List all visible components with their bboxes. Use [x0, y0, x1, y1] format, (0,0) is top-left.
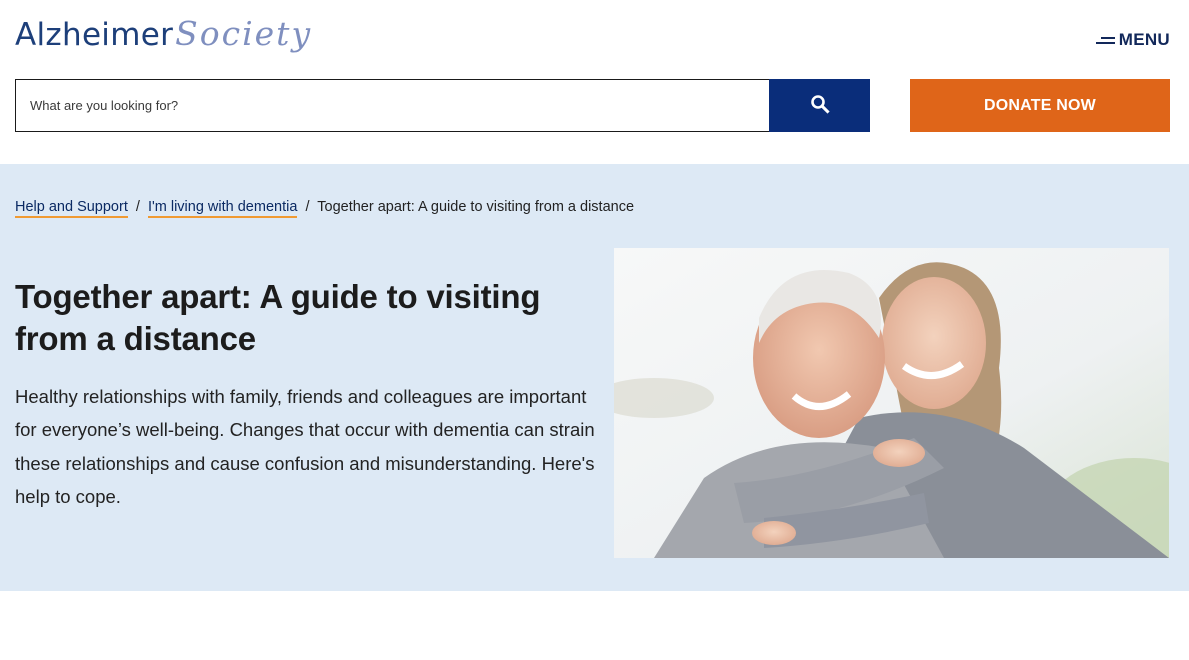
search-button[interactable] [769, 79, 870, 132]
breadcrumb-link-help-and-support[interactable]: Help and Support [15, 199, 128, 218]
hero-photo [614, 248, 1169, 558]
hero-section: Help and Support / I'm living with demen… [0, 164, 1189, 591]
logo-word-alzheimer: Alzheimer [15, 17, 174, 53]
page-title: Together apart: A guide to visiting from… [15, 278, 541, 357]
hero-photo-illustration [614, 248, 1169, 558]
breadcrumb-current: Together apart: A guide to visiting from… [317, 199, 635, 215]
logo-word-society: Society [175, 14, 313, 53]
search-input[interactable] [15, 79, 770, 132]
breadcrumb-link-living-with-dementia[interactable]: I'm living with dementia [147, 199, 298, 218]
breadcrumb-separator: / [305, 199, 310, 215]
alzheimer-society-logo[interactable]: Alzheimer Society [15, 12, 312, 62]
menu-label: MENU [1118, 30, 1170, 49]
donate-now-button[interactable]: DONATE NOW [910, 79, 1170, 132]
menu-button[interactable]: MENU [1095, 28, 1170, 52]
page-intro: Healthy relationships with family, frien… [15, 386, 595, 508]
breadcrumb-separator: / [135, 199, 140, 215]
hamburger-icon [1095, 34, 1115, 46]
search-icon [810, 94, 830, 117]
page-body-area [0, 591, 1189, 660]
search-form [15, 79, 870, 132]
site-header: Alzheimer Society MENU DONATE NOW [0, 0, 1189, 164]
breadcrumb: Help and Support / I'm living with demen… [15, 199, 635, 218]
